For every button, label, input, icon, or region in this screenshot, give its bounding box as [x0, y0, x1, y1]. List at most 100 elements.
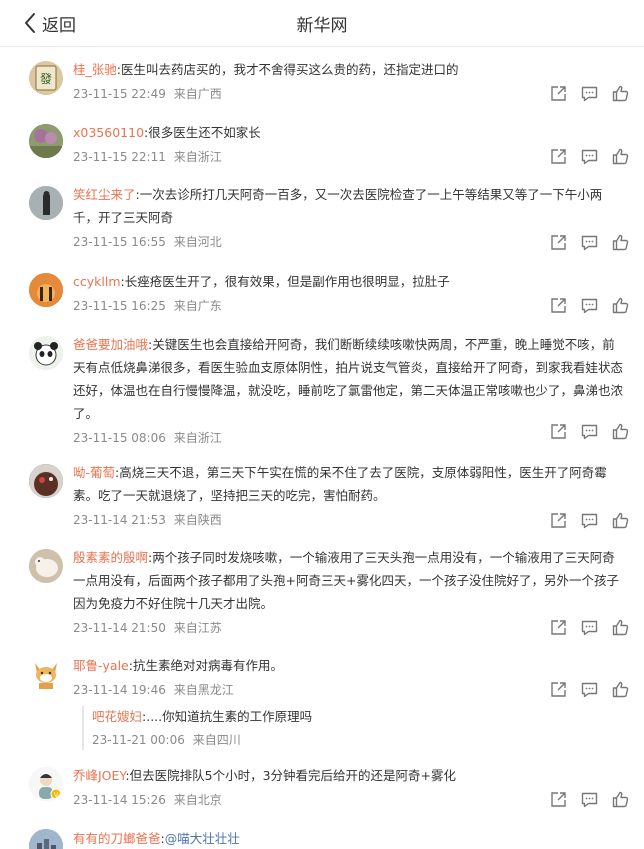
comment-time: 23-11-14 19:46	[73, 683, 166, 697]
comment-username[interactable]: 桂_张驰	[73, 62, 117, 77]
comment-time: 23-11-15 16:55	[73, 235, 166, 249]
comment-location: 来自浙江	[173, 431, 222, 445]
share-icon[interactable]	[549, 233, 568, 252]
avatar[interactable]: 發	[29, 61, 63, 95]
like-icon[interactable]	[611, 790, 630, 809]
comment-username[interactable]: 呦-葡萄	[73, 465, 115, 480]
comment-icon[interactable]	[580, 618, 599, 637]
page-title: 新华网	[296, 16, 348, 36]
share-icon[interactable]	[549, 618, 568, 637]
comment-meta: 23-11-15 16:55 来自河北	[73, 232, 626, 252]
comment-page: 返回 新华网 發 桂_张驰:医生叫去药店买的，我才不舍得买这么贵的药，还指定进口…	[0, 0, 644, 849]
comment-username[interactable]: 耶鲁-yale	[73, 658, 129, 673]
comment-meta: 23-11-15 22:49 来自广西	[73, 84, 626, 104]
avatar[interactable]	[29, 549, 63, 583]
mention-link[interactable]: @喵大壮壮壮	[165, 831, 240, 846]
like-icon[interactable]	[611, 84, 630, 103]
comment-meta: 23-11-14 21:53 来自陕西	[73, 510, 626, 530]
like-icon[interactable]	[611, 422, 630, 441]
comment-time: 23-11-14 21:53	[73, 513, 166, 527]
comment-text: ccykllm:长痤疮医生开了，很有效果，但是副作用也很明显，拉肚子	[73, 274, 450, 289]
avatar[interactable]	[29, 273, 63, 307]
like-icon[interactable]	[611, 147, 630, 166]
share-icon[interactable]	[549, 84, 568, 103]
like-icon[interactable]	[611, 511, 630, 530]
comment-text: 桂_张驰:医生叫去药店买的，我才不舍得买这么贵的药，还指定进口的	[73, 62, 459, 77]
comment-username[interactable]: 爸爸要加油哦	[73, 337, 148, 352]
comment-location: 来自黑龙江	[173, 683, 234, 697]
comment-text: 乔峰JOEY:但去医院排队5个小时，3分钟看完后给开的还是阿奇+雾化	[73, 768, 457, 783]
comment-icon[interactable]	[580, 147, 599, 166]
comment-username[interactable]: 有有的刀螂爸爸	[73, 831, 161, 846]
comment-actions	[549, 790, 630, 809]
svg-text:發: 發	[40, 71, 52, 86]
like-icon[interactable]	[611, 680, 630, 699]
comment-actions	[549, 296, 630, 315]
reply-text: 吧花嫂妇:....你知道抗生素的工作原理吗	[92, 709, 313, 724]
share-icon[interactable]	[549, 680, 568, 699]
comment-icon[interactable]	[580, 680, 599, 699]
comment-actions	[549, 680, 630, 699]
comment-username[interactable]: x03560110	[73, 125, 144, 140]
share-icon[interactable]	[549, 147, 568, 166]
comment-icon[interactable]	[580, 296, 599, 315]
comment-username[interactable]: ccykllm	[73, 274, 121, 289]
share-icon[interactable]	[549, 790, 568, 809]
comment-actions	[549, 147, 630, 166]
reply-location: 来自四川	[192, 733, 241, 747]
comment-meta: 23-11-15 16:25 来自广东	[73, 296, 626, 316]
reply-username[interactable]: 吧花嫂妇	[92, 709, 142, 724]
comment-location: 来自广东	[173, 299, 222, 313]
comment-location: 来自陕西	[173, 513, 222, 527]
comment-actions	[549, 422, 630, 441]
avatar[interactable]	[29, 829, 63, 849]
avatar[interactable]	[29, 124, 63, 158]
comment-time: 23-11-15 08:06	[73, 431, 166, 445]
comment-location: 来自河北	[173, 235, 222, 249]
comment-time: 23-11-14 15:26	[73, 793, 166, 807]
comment-username[interactable]: 笑红尘来了	[73, 187, 136, 202]
share-icon[interactable]	[549, 422, 568, 441]
comment-time: 23-11-15 16:25	[73, 299, 166, 313]
comment-icon[interactable]	[580, 233, 599, 252]
comment-meta: 23-11-14 19:46 来自黑龙江	[73, 680, 626, 700]
comment-icon[interactable]	[580, 790, 599, 809]
share-icon[interactable]	[549, 296, 568, 315]
comment-text: 有有的刀螂爸爸:@喵大壮壮壮	[73, 831, 240, 846]
comment-username[interactable]: 乔峰JOEY	[73, 768, 125, 783]
comment-meta: 23-11-14 15:26 来自北京	[73, 790, 626, 810]
avatar[interactable]: V	[29, 767, 63, 801]
comment-text: 呦-葡萄:高烧三天不退，第三天下午实在慌的呆不住了去了医院，支原体弱阳性，医生开…	[73, 465, 607, 503]
comment-icon[interactable]	[580, 511, 599, 530]
comment-meta: 23-11-15 22:11 来自浙江	[73, 147, 626, 167]
comment-text: 爸爸要加油哦:关键医生也会直接给开阿奇，我们断断续续咳嗽快两周，不严重，晚上睡觉…	[73, 337, 624, 421]
comment-time: 23-11-14 21:50	[73, 621, 166, 635]
comment-icon[interactable]	[580, 84, 599, 103]
comment-meta: 23-11-14 21:50 来自江苏	[73, 618, 626, 638]
avatar[interactable]	[29, 186, 63, 220]
comment-icon[interactable]	[580, 422, 599, 441]
comment-text: x03560110:很多医生还不如家长	[73, 125, 261, 140]
comment-location: 来自北京	[173, 793, 222, 807]
comment-actions	[549, 233, 630, 252]
avatar[interactable]	[29, 464, 63, 498]
reply-meta: 23-11-21 00:06 来自四川	[92, 730, 554, 750]
comment-location: 来自广西	[173, 87, 222, 101]
like-icon[interactable]	[611, 618, 630, 637]
comment-text: 殷素素的殷啊:两个孩子同时发烧咳嗽，一个输液用了三天头孢一点用没有，一个输液用了…	[73, 550, 619, 611]
like-icon[interactable]	[611, 233, 630, 252]
comment-username[interactable]: 殷素素的殷啊	[73, 550, 148, 565]
comment-text: 耶鲁-yale:抗生素绝对对病毒有作用。	[73, 658, 283, 673]
comment-actions	[549, 618, 630, 637]
comment-meta: 23-11-15 08:06 来自浙江	[73, 428, 626, 448]
like-icon[interactable]	[611, 296, 630, 315]
comment-text: 笑红尘来了:一次去诊所打几天阿奇一百多，又一次去医院检查了一上午等结果又等了一下…	[73, 187, 603, 225]
comment-actions	[549, 84, 630, 103]
comment-location: 来自江苏	[173, 621, 222, 635]
avatar[interactable]	[29, 336, 63, 370]
share-icon[interactable]	[549, 511, 568, 530]
svg-text:V: V	[54, 791, 59, 799]
comment-actions	[549, 511, 630, 530]
avatar[interactable]	[29, 657, 63, 691]
comment-time: 23-11-15 22:11	[73, 150, 166, 164]
